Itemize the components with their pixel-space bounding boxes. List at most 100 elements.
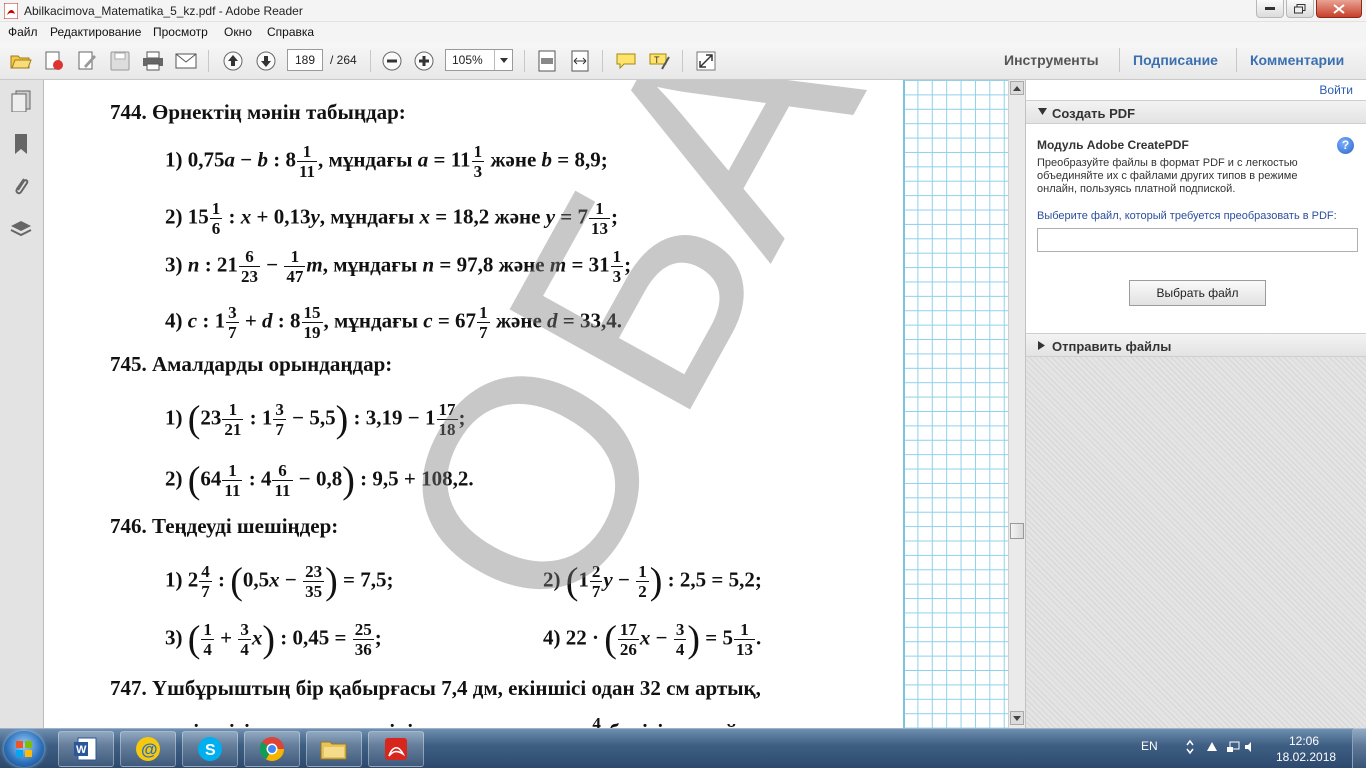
window-title: Abilkacimova_Matematika_5_kz.pdf - Adobe… — [24, 4, 303, 18]
problem-746-4: 4) 22 · (17 26 x − 3 4) = 5 1 13. — [543, 618, 762, 661]
document-view[interactable]: 744. Өрнектің мәнін табыңдар: 1) 0,75a −… — [45, 80, 1008, 728]
open-folder-icon[interactable] — [8, 48, 34, 74]
problem-745-2: 2) (64 1 11 : 4 6 11 − 0,8) : 9,5 + 108,2. — [165, 459, 474, 502]
print-icon[interactable] — [140, 48, 166, 74]
volume-icon — [1245, 742, 1251, 752]
bookmarks-icon[interactable] — [7, 130, 35, 158]
zoom-value: 105% — [452, 53, 483, 67]
acrobat-icon — [385, 738, 407, 760]
taskbar-chrome[interactable] — [244, 731, 300, 767]
tools-panel: Войти Создать PDF Модуль Adobe CreatePDF… — [1025, 80, 1366, 728]
choose-file-label: Выберите файл, который требуется преобра… — [1037, 210, 1337, 222]
chrome-icon — [259, 737, 284, 762]
previous-page-icon[interactable] — [220, 48, 246, 74]
start-button[interactable] — [4, 731, 44, 767]
create-pdf-label: Создать PDF — [1052, 106, 1136, 121]
send-files-section[interactable]: Отправить файлы — [1026, 333, 1366, 357]
svg-text:T: T — [654, 55, 660, 65]
page-number-input[interactable]: 189 — [287, 49, 323, 71]
zoom-out-icon[interactable] — [379, 48, 405, 74]
problem-744-2: 2) 15 1 6 : x + 0,13y, мұндағы x = 18,2 жә… — [165, 199, 618, 238]
menu-help[interactable]: Справка — [267, 25, 314, 39]
send-files-label: Отправить файлы — [1052, 339, 1172, 354]
sign-in-link[interactable]: Войти — [1319, 83, 1353, 97]
taskbar: W @ S — [0, 728, 1366, 768]
fit-page-icon[interactable] — [534, 48, 560, 74]
problem-746-1: 1) 247 : (0,5x − 23 35) = 7,5; — [165, 560, 394, 603]
page-thumbnails-icon[interactable] — [7, 87, 35, 115]
restore-button[interactable] — [1286, 0, 1314, 18]
taskbar-mail[interactable]: @ — [120, 731, 176, 767]
tray-icons — [1186, 739, 1251, 755]
problem-744-4: 4) c : 137 + d : 8 15 19, мұндағы c = 67 1 7… — [165, 303, 622, 342]
email-icon[interactable] — [173, 48, 199, 74]
problem-744-title: 744. Өрнектің мәнін табыңдар: — [110, 100, 406, 124]
title-bar: Abilkacimova_Matematika_5_kz.pdf - Adobe… — [0, 0, 1366, 22]
create-pdf-section[interactable]: Создать PDF — [1026, 100, 1366, 124]
tab-comments[interactable]: Комментарии — [1250, 52, 1344, 68]
module-title: Модуль Adobe CreatePDF — [1037, 138, 1189, 152]
tab-sign[interactable]: Подписание — [1133, 52, 1218, 68]
problem-745-1: 1) (23 1 21 : 137 − 5,5) : 3,19 − 1 17 18; — [165, 398, 466, 441]
adobe-reader-icon — [4, 3, 18, 19]
clock-time: 12:06 — [1288, 734, 1320, 748]
close-button[interactable] — [1316, 0, 1362, 18]
layers-icon[interactable] — [7, 215, 35, 243]
scroll-up-icon[interactable] — [1010, 81, 1024, 95]
help-icon[interactable]: ? — [1337, 137, 1354, 154]
taskbar-acrobat[interactable] — [368, 731, 424, 767]
word-icon: W — [74, 737, 97, 761]
create-pdf-icon[interactable] — [41, 48, 67, 74]
action-center-icon — [1207, 742, 1217, 751]
chevron-down-icon[interactable] — [494, 50, 512, 70]
show-hidden-icons-icon — [1186, 739, 1194, 755]
problem-746-2: 2) (1 2 7 y − 1 2) : 2,5 = 5,2; — [543, 560, 762, 603]
problem-745-title: 745. Амалдарды орындаңдар: — [110, 352, 393, 376]
vertical-scrollbar[interactable] — [1008, 80, 1025, 728]
module-description: Преобразуйте файлы в формат PDF и с легк… — [1037, 157, 1298, 195]
comment-icon[interactable] — [613, 48, 639, 74]
problem-747-title: 747. Үшбұрыштың бір қабырғасы 7,4 дм, ек… — [110, 676, 761, 700]
menu-bar: Файл Редактирование Просмотр Окно Справк… — [0, 22, 1366, 42]
taskbar-clock[interactable]: 12:06 18.02.2018 — [1276, 733, 1337, 765]
edit-document-icon[interactable] — [74, 48, 100, 74]
menu-view[interactable]: Просмотр — [153, 25, 208, 39]
skype-icon: S — [198, 737, 222, 761]
tab-tools[interactable]: Инструменты — [1004, 52, 1099, 68]
minimize-button[interactable] — [1256, 0, 1284, 18]
next-page-icon[interactable] — [253, 48, 279, 74]
fit-width-icon[interactable] — [567, 48, 593, 74]
problem-744-1: 1) 0,75a − b : 8 1 11, мұндағы a = 11 1 3 жә… — [165, 142, 608, 181]
menu-window[interactable]: Окно — [224, 25, 252, 39]
menu-file[interactable]: Файл — [8, 25, 38, 39]
zoom-in-icon[interactable] — [411, 48, 437, 74]
highlight-icon[interactable]: T — [646, 48, 672, 74]
language-indicator[interactable]: EN — [1141, 739, 1158, 753]
triangle-right-icon — [1038, 341, 1045, 350]
taskbar-skype[interactable]: S — [182, 731, 238, 767]
create-pdf-body: Модуль Adobe CreatePDF ? Преобразуйте фа… — [1026, 124, 1366, 336]
page-total: / 264 — [330, 53, 357, 67]
problem-744-3: 3) n : 21 6 23 − 1 47 m, мұндағы n = 97,8 жә… — [165, 247, 632, 286]
zoom-select[interactable]: 105% — [445, 49, 513, 71]
scroll-thumb[interactable] — [1010, 523, 1024, 539]
windows-logo-icon — [16, 741, 32, 757]
svg-text:W: W — [76, 744, 87, 756]
fullscreen-icon[interactable] — [693, 48, 719, 74]
file-path-input[interactable] — [1037, 228, 1358, 252]
scroll-down-icon[interactable] — [1010, 711, 1024, 725]
choose-file-button[interactable]: Выбрать файл — [1129, 280, 1266, 306]
taskbar-word[interactable]: W — [58, 731, 114, 767]
save-icon[interactable] — [107, 48, 133, 74]
svg-text:@: @ — [141, 740, 158, 759]
attachments-icon[interactable] — [7, 172, 35, 200]
menu-edit[interactable]: Редактирование — [50, 25, 141, 39]
show-desktop-button[interactable] — [1352, 728, 1366, 768]
clock-date: 18.02.2018 — [1276, 750, 1337, 764]
svg-text:S: S — [205, 742, 216, 759]
mail-icon: @ — [136, 737, 160, 761]
taskbar-explorer[interactable] — [306, 731, 362, 767]
explorer-icon — [320, 741, 347, 760]
problem-746-title: 746. Теңдеуді шешіңдер: — [110, 514, 339, 538]
grid-margin — [903, 80, 1008, 728]
